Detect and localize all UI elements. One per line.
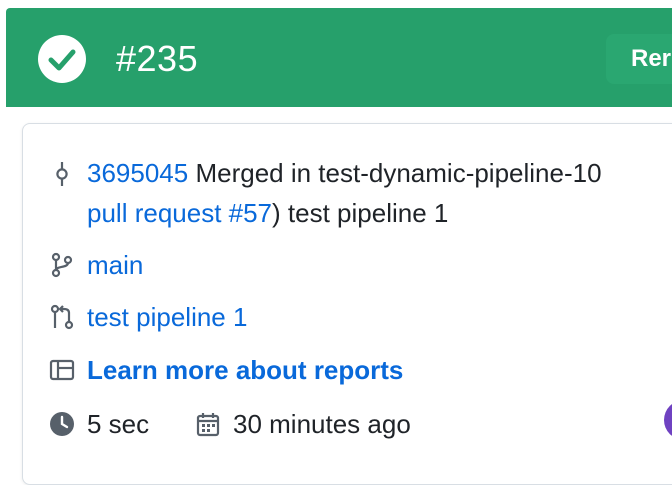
branch-icon: [51, 252, 73, 278]
check-circle-icon: [38, 35, 86, 83]
rerun-button[interactable]: Rerun: [606, 34, 672, 84]
clock-icon: [50, 412, 74, 436]
commit-sha-link[interactable]: 3695045: [87, 158, 188, 188]
branch-link[interactable]: main: [87, 245, 143, 285]
pull-request-link[interactable]: pull request #57: [87, 198, 272, 228]
duration-value: 5 sec: [87, 409, 150, 439]
commit-icon: [56, 162, 68, 186]
commit-message: Merged in test-dynamic-pipeline-10: [195, 158, 602, 188]
learn-more-reports-link[interactable]: Learn more about reports: [87, 350, 403, 390]
run-details-panel: 3695045 Merged in test-dynamic-pipeline-…: [22, 123, 672, 485]
run-header: #235 Rerun: [6, 8, 672, 107]
calendar-icon: [196, 413, 220, 437]
created-time: 30 minutes ago: [233, 409, 411, 439]
pull-request-title-link[interactable]: test pipeline 1: [87, 297, 247, 337]
pull-request-icon: [50, 304, 74, 330]
run-number: #235: [116, 38, 199, 79]
reports-icon: [49, 359, 75, 381]
commit-message-suffix: ) test pipeline 1: [272, 198, 449, 228]
